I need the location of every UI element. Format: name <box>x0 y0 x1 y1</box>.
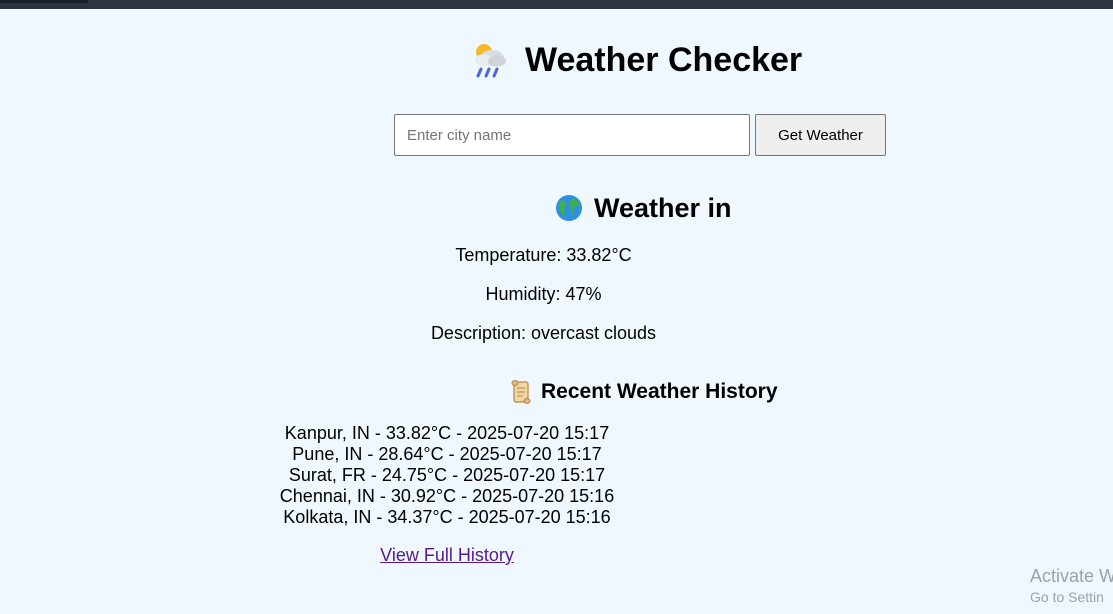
temperature-value: Temperature: 33.82°C <box>455 245 632 265</box>
city-search-form: Get Weather <box>394 114 886 156</box>
weather-page: Weather Checker Get Weather Weather in T… <box>0 9 1113 614</box>
watermark-line-1: Activate W <box>1030 566 1113 586</box>
history-heading-row: Recent Weather History <box>509 377 778 407</box>
temperature-text: Temperature: 33.82°C <box>0 244 1113 266</box>
description-text: Description: overcast clouds <box>0 322 1113 344</box>
view-full-history-link[interactable]: View Full History <box>380 545 514 565</box>
description-value: Description: overcast clouds <box>430 323 657 343</box>
history-heading: Recent Weather History <box>541 380 778 403</box>
get-weather-button[interactable]: Get Weather <box>755 114 886 156</box>
weather-heading-row: Weather in <box>554 189 732 227</box>
history-item: Kanpur, IN - 33.82°C - 2025-07-20 15:17 <box>284 423 610 443</box>
history-item: Surat, FR - 24.75°C - 2025-07-20 15:17 <box>288 465 606 485</box>
browser-top-bar <box>0 0 1113 9</box>
history-link-row: View Full History <box>0 545 1087 566</box>
globe-icon <box>554 193 584 223</box>
history-item: Pune, IN - 28.64°C - 2025-07-20 15:17 <box>292 444 602 464</box>
watermark-line-2: Go to Settin <box>1030 589 1104 605</box>
cloud-rain-sun-icon <box>470 40 512 80</box>
humidity-text: Humidity: 47% <box>0 283 1113 305</box>
history-list: Kanpur, IN - 33.82°C - 2025-07-20 15:17 … <box>0 423 1087 528</box>
city-input[interactable] <box>394 114 750 156</box>
browser-tab-strip <box>0 0 88 3</box>
history-item: Chennai, IN - 30.92°C - 2025-07-20 15:16 <box>279 486 615 506</box>
page-title-row: Weather Checker <box>470 37 802 83</box>
scroll-icon <box>509 379 533 405</box>
page-title: Weather Checker <box>525 41 803 79</box>
activate-windows-watermark: Activate W Go to Settin <box>1030 565 1113 607</box>
history-item: Kolkata, IN - 34.37°C - 2025-07-20 15:16 <box>283 507 611 527</box>
weather-heading: Weather in <box>594 192 732 223</box>
humidity-value: Humidity: 47% <box>485 284 602 304</box>
